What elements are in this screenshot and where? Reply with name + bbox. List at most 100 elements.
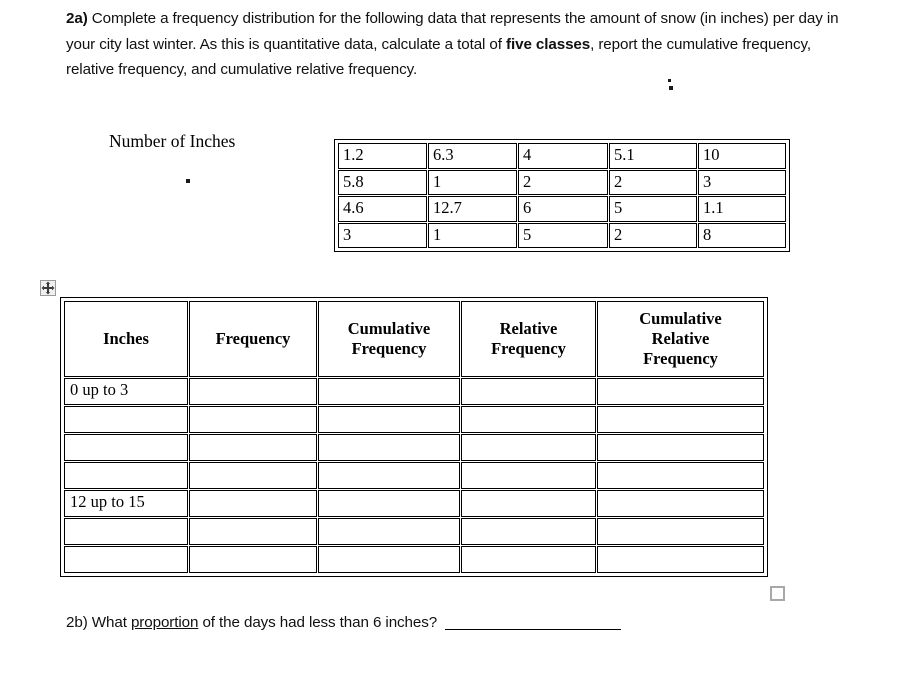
question-2a-prompt: 2a) Complete a frequency distribution fo… bbox=[66, 6, 846, 83]
cell-frequency[interactable] bbox=[189, 490, 317, 517]
cell-cumulative-relative-frequency[interactable] bbox=[597, 406, 764, 433]
header-line: Frequency bbox=[643, 349, 718, 368]
data-cell[interactable]: 5.1 bbox=[609, 143, 697, 169]
cell-relative-frequency[interactable] bbox=[461, 462, 596, 489]
cell-cumulative-frequency[interactable] bbox=[318, 462, 460, 489]
cell-inches[interactable] bbox=[64, 518, 188, 545]
column-header-inches: Inches bbox=[64, 301, 188, 377]
cell-cumulative-frequency[interactable] bbox=[318, 434, 460, 461]
data-cell[interactable]: 4.6 bbox=[338, 196, 427, 222]
data-cell[interactable]: 3 bbox=[698, 169, 786, 195]
cell-cumulative-relative-frequency[interactable] bbox=[597, 546, 764, 573]
cell-frequency[interactable] bbox=[189, 518, 317, 545]
header-line: Frequency bbox=[215, 329, 291, 348]
question-2b-text-before: What bbox=[87, 614, 131, 631]
data-cell[interactable]: 2 bbox=[609, 169, 697, 195]
data-cell[interactable]: 5 bbox=[518, 222, 608, 248]
data-cell[interactable]: 2 bbox=[518, 169, 608, 195]
cell-inches[interactable] bbox=[64, 434, 188, 461]
question-2a-bold-phrase: five classes bbox=[506, 35, 591, 53]
snow-data-table: 1.2 6.3 4 5.1 10 5.8 1 2 2 3 4.6 12.7 6 … bbox=[334, 139, 790, 252]
table-resize-handle-icon[interactable] bbox=[770, 586, 785, 601]
data-table-caption: Number of Inches bbox=[109, 131, 236, 151]
column-header-cumulative-relative-frequency: Cumulative Relative Frequency bbox=[597, 301, 764, 377]
table-row: 1.2 6.3 4 5.1 10 bbox=[338, 143, 786, 169]
data-cell[interactable]: 1 bbox=[428, 222, 517, 248]
data-cell[interactable]: 6.3 bbox=[428, 143, 517, 169]
table-row bbox=[64, 546, 764, 573]
table-row: 0 up to 3 bbox=[64, 378, 764, 405]
question-2a-number: 2a) bbox=[66, 10, 88, 27]
header-line: Cumulative bbox=[639, 309, 722, 328]
cell-relative-frequency[interactable] bbox=[461, 518, 596, 545]
scan-speck-artifact bbox=[668, 79, 671, 82]
column-header-cumulative-frequency: Cumulative Frequency bbox=[318, 301, 460, 377]
cell-relative-frequency[interactable] bbox=[461, 378, 596, 405]
header-line: Frequency bbox=[491, 339, 566, 358]
question-2b-answer-blank[interactable] bbox=[445, 615, 622, 630]
data-cell[interactable]: 3 bbox=[338, 222, 427, 248]
snow-data-grid: 1.2 6.3 4 5.1 10 5.8 1 2 2 3 4.6 12.7 6 … bbox=[337, 142, 787, 249]
header-line: Cumulative bbox=[347, 319, 431, 338]
data-cell[interactable]: 1 bbox=[428, 169, 517, 195]
data-cell[interactable]: 4 bbox=[518, 143, 608, 169]
cell-inches[interactable] bbox=[64, 462, 188, 489]
cell-frequency[interactable] bbox=[189, 378, 317, 405]
scan-speck-artifact bbox=[186, 179, 190, 183]
cell-frequency[interactable] bbox=[189, 406, 317, 433]
cell-frequency[interactable] bbox=[189, 434, 317, 461]
header-line: Inches bbox=[103, 329, 149, 348]
cell-cumulative-relative-frequency[interactable] bbox=[597, 518, 764, 545]
cell-cumulative-frequency[interactable] bbox=[318, 378, 460, 405]
scan-speck-artifact bbox=[669, 86, 673, 90]
data-cell[interactable]: 6 bbox=[518, 196, 608, 222]
table-row bbox=[64, 406, 764, 433]
cell-inches[interactable] bbox=[64, 406, 188, 433]
cell-inches[interactable] bbox=[64, 546, 188, 573]
cell-relative-frequency[interactable] bbox=[461, 546, 596, 573]
frequency-distribution-table: Inches Frequency Cumulative Frequency Re… bbox=[60, 297, 768, 577]
data-cell[interactable]: 8 bbox=[698, 222, 786, 248]
cell-frequency[interactable] bbox=[189, 462, 317, 489]
header-line: Relative bbox=[651, 329, 710, 348]
cell-inches[interactable]: 0 up to 3 bbox=[64, 378, 188, 405]
table-row bbox=[64, 462, 764, 489]
cell-cumulative-relative-frequency[interactable] bbox=[597, 462, 764, 489]
cell-cumulative-relative-frequency[interactable] bbox=[597, 378, 764, 405]
table-row: 5.8 1 2 2 3 bbox=[338, 169, 786, 195]
table-row bbox=[64, 434, 764, 461]
data-cell[interactable]: 2 bbox=[609, 222, 697, 248]
header-line: Frequency bbox=[351, 339, 427, 358]
table-row: 4.6 12.7 6 5 1.1 bbox=[338, 196, 786, 222]
question-2b-text-after: of the days had less than 6 inches? bbox=[198, 614, 438, 631]
cell-cumulative-frequency[interactable] bbox=[318, 546, 460, 573]
column-header-relative-frequency: Relative Frequency bbox=[461, 301, 596, 377]
data-cell[interactable]: 1.2 bbox=[338, 143, 427, 169]
column-header-frequency: Frequency bbox=[189, 301, 317, 377]
cell-relative-frequency[interactable] bbox=[461, 406, 596, 433]
cell-frequency[interactable] bbox=[189, 546, 317, 573]
data-cell[interactable]: 12.7 bbox=[428, 196, 517, 222]
question-2b-underlined-word: proportion bbox=[130, 614, 199, 631]
frequency-distribution-grid: Inches Frequency Cumulative Frequency Re… bbox=[63, 300, 765, 574]
cell-relative-frequency[interactable] bbox=[461, 434, 596, 461]
data-cell[interactable]: 1.1 bbox=[698, 196, 786, 222]
cell-cumulative-frequency[interactable] bbox=[318, 490, 460, 517]
cell-cumulative-frequency[interactable] bbox=[318, 406, 460, 433]
data-cell[interactable]: 5 bbox=[609, 196, 697, 222]
table-header-row: Inches Frequency Cumulative Frequency Re… bbox=[64, 301, 764, 377]
data-cell[interactable]: 10 bbox=[698, 143, 786, 169]
header-line: Relative bbox=[499, 319, 558, 338]
table-row: 12 up to 15 bbox=[64, 490, 764, 517]
data-cell[interactable]: 5.8 bbox=[338, 169, 427, 195]
cell-relative-frequency[interactable] bbox=[461, 490, 596, 517]
cell-cumulative-relative-frequency[interactable] bbox=[597, 434, 764, 461]
cell-inches[interactable]: 12 up to 15 bbox=[64, 490, 188, 517]
table-move-handle-icon[interactable] bbox=[40, 280, 56, 296]
question-2b-number: 2b) bbox=[66, 614, 88, 631]
question-2b-prompt: 2b) What proportion of the days had less… bbox=[66, 612, 622, 634]
table-row: 3 1 5 2 8 bbox=[338, 222, 786, 248]
table-row bbox=[64, 518, 764, 545]
cell-cumulative-relative-frequency[interactable] bbox=[597, 490, 764, 517]
cell-cumulative-frequency[interactable] bbox=[318, 518, 460, 545]
